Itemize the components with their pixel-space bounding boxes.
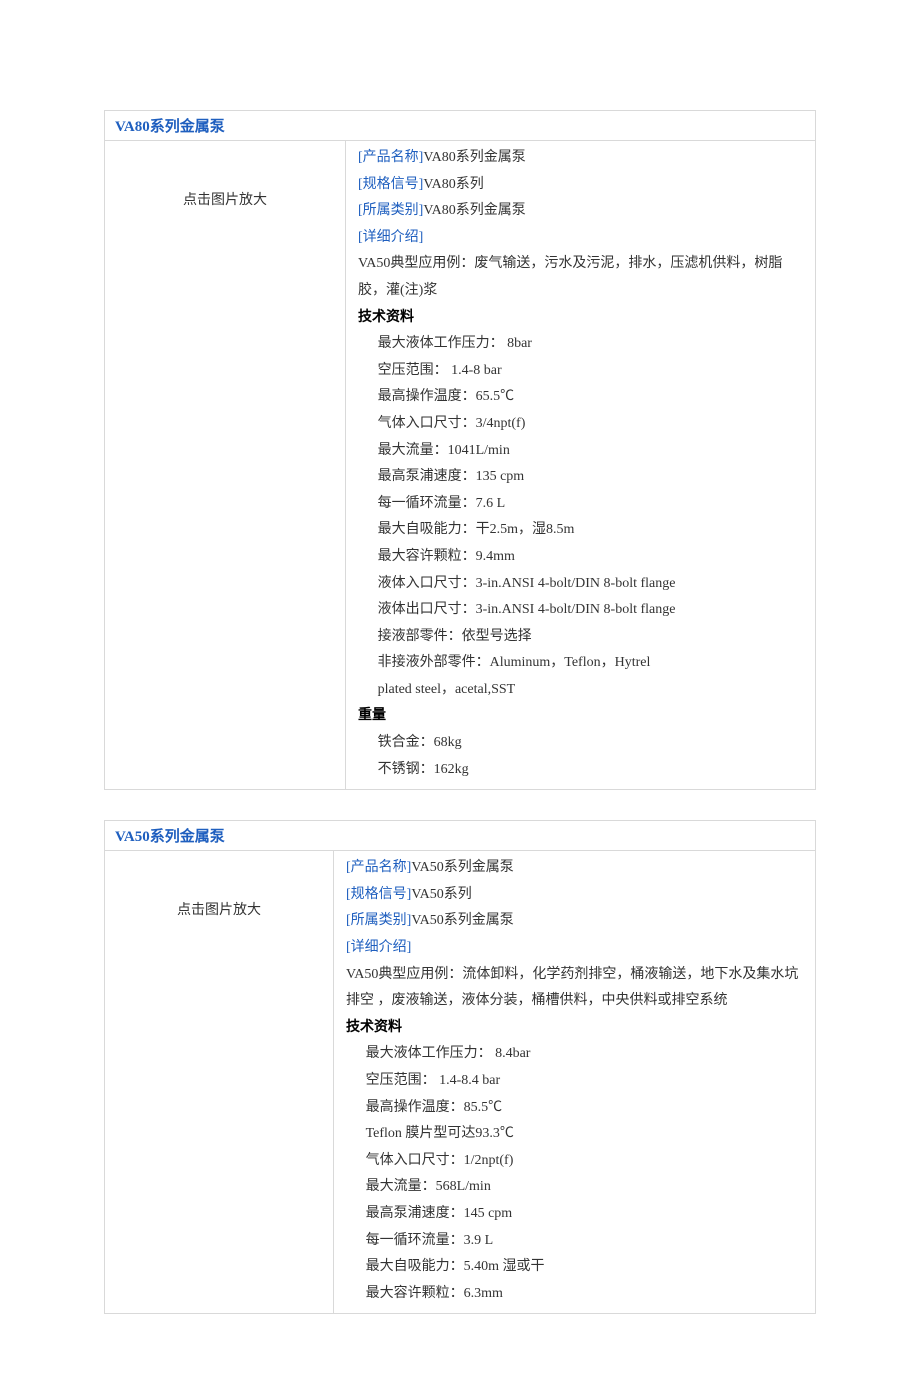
- spec-line: 最高操作温度：85.5℃: [346, 1095, 807, 1122]
- product-body: 点击图片放大 [产品名称]VA50系列金属泵 [规格信号]VA50系列 [所属类…: [105, 851, 815, 1313]
- field-spec: [规格信号]VA80系列: [358, 172, 807, 199]
- weight-line: 铁合金：68kg: [358, 730, 807, 757]
- label-category: [所属类别]: [346, 913, 411, 928]
- spec-line: 非接液外部零件：Aluminum，Teflon，Hytrel: [358, 650, 807, 677]
- spec-line: 液体入口尺寸：3-in.ANSI 4-bolt/DIN 8-bolt flang…: [358, 571, 807, 598]
- image-zoom-hint[interactable]: 点击图片放大: [105, 851, 334, 1313]
- spec-line: 最大自吸能力：干2.5m，湿8.5m: [358, 517, 807, 544]
- weight-line: 不锈钢：162kg: [358, 757, 807, 784]
- product-details: [产品名称]VA50系列金属泵 [规格信号]VA50系列 [所属类别]VA50系…: [334, 851, 815, 1313]
- spec-line: 每一循环流量：7.6 L: [358, 491, 807, 518]
- field-detail-label: [详细介绍]: [358, 225, 807, 252]
- value-name: VA80系列金属泵: [423, 150, 525, 165]
- spec-line: 最大液体工作压力： 8.4bar: [346, 1041, 807, 1068]
- intro-text: VA50典型应用例：废气输送，污水及污泥，排水，压滤机供料，树脂胶，灌(注)浆: [358, 251, 807, 304]
- label-spec: [规格信号]: [346, 887, 411, 902]
- label-name: [产品名称]: [358, 150, 423, 165]
- intro-text: VA50典型应用例：流体卸料，化学药剂排空，桶液输送，地下水及集水坑排空 ，废液…: [346, 962, 807, 1015]
- label-detail: [详细介绍]: [346, 940, 411, 955]
- product-title: VA80系列金属泵: [105, 111, 815, 141]
- value-spec: VA50系列: [411, 887, 471, 902]
- label-spec: [规格信号]: [358, 177, 423, 192]
- product-title: VA50系列金属泵: [105, 821, 815, 851]
- product-details: [产品名称]VA80系列金属泵 [规格信号]VA80系列 [所属类别]VA80系…: [346, 141, 815, 789]
- field-spec: [规格信号]VA50系列: [346, 882, 807, 909]
- label-name: [产品名称]: [346, 860, 411, 875]
- spec-line: 液体出口尺寸：3-in.ANSI 4-bolt/DIN 8-bolt flang…: [358, 597, 807, 624]
- spec-line: 空压范围： 1.4-8 bar: [358, 358, 807, 385]
- value-category: VA50系列金属泵: [411, 913, 513, 928]
- spec-line: 每一循环流量：3.9 L: [346, 1228, 807, 1255]
- spec-line: 最高泵浦速度：145 cpm: [346, 1201, 807, 1228]
- field-detail-label: [详细介绍]: [346, 935, 807, 962]
- spec-line: Teflon 膜片型可达93.3℃: [346, 1121, 807, 1148]
- tech-heading: 技术资料: [358, 305, 807, 332]
- spec-line: 最大容许颗粒：6.3mm: [346, 1281, 807, 1308]
- spec-line: plated steel，acetal,SST: [358, 677, 807, 704]
- spec-line: 最大自吸能力：5.40m 湿或干: [346, 1254, 807, 1281]
- label-detail: [详细介绍]: [358, 230, 423, 245]
- image-zoom-hint[interactable]: 点击图片放大: [105, 141, 346, 789]
- spec-line: 最大流量：1041L/min: [358, 438, 807, 465]
- spec-line: 最高操作温度：65.5℃: [358, 384, 807, 411]
- spec-line: 最大流量：568L/min: [346, 1174, 807, 1201]
- product-body: 点击图片放大 [产品名称]VA80系列金属泵 [规格信号]VA80系列 [所属类…: [105, 141, 815, 789]
- field-product-name: [产品名称]VA80系列金属泵: [358, 145, 807, 172]
- field-product-name: [产品名称]VA50系列金属泵: [346, 855, 807, 882]
- spec-line: 空压范围： 1.4-8.4 bar: [346, 1068, 807, 1095]
- tech-heading: 技术资料: [346, 1015, 807, 1042]
- weight-heading: 重量: [358, 703, 807, 730]
- spec-line: 气体入口尺寸：1/2npt(f): [346, 1148, 807, 1175]
- field-category: [所属类别]VA80系列金属泵: [358, 198, 807, 225]
- spec-line: 接液部零件：依型号选择: [358, 624, 807, 651]
- field-category: [所属类别]VA50系列金属泵: [346, 908, 807, 935]
- spec-line: 气体入口尺寸：3/4npt(f): [358, 411, 807, 438]
- spec-line: 最高泵浦速度：135 cpm: [358, 464, 807, 491]
- value-name: VA50系列金属泵: [411, 860, 513, 875]
- value-spec: VA80系列: [423, 177, 483, 192]
- label-category: [所属类别]: [358, 203, 423, 218]
- product-card: VA80系列金属泵 点击图片放大 [产品名称]VA80系列金属泵 [规格信号]V…: [104, 110, 816, 790]
- spec-line: 最大容许颗粒：9.4mm: [358, 544, 807, 571]
- spec-line: 最大液体工作压力： 8bar: [358, 331, 807, 358]
- product-card: VA50系列金属泵 点击图片放大 [产品名称]VA50系列金属泵 [规格信号]V…: [104, 820, 816, 1314]
- value-category: VA80系列金属泵: [423, 203, 525, 218]
